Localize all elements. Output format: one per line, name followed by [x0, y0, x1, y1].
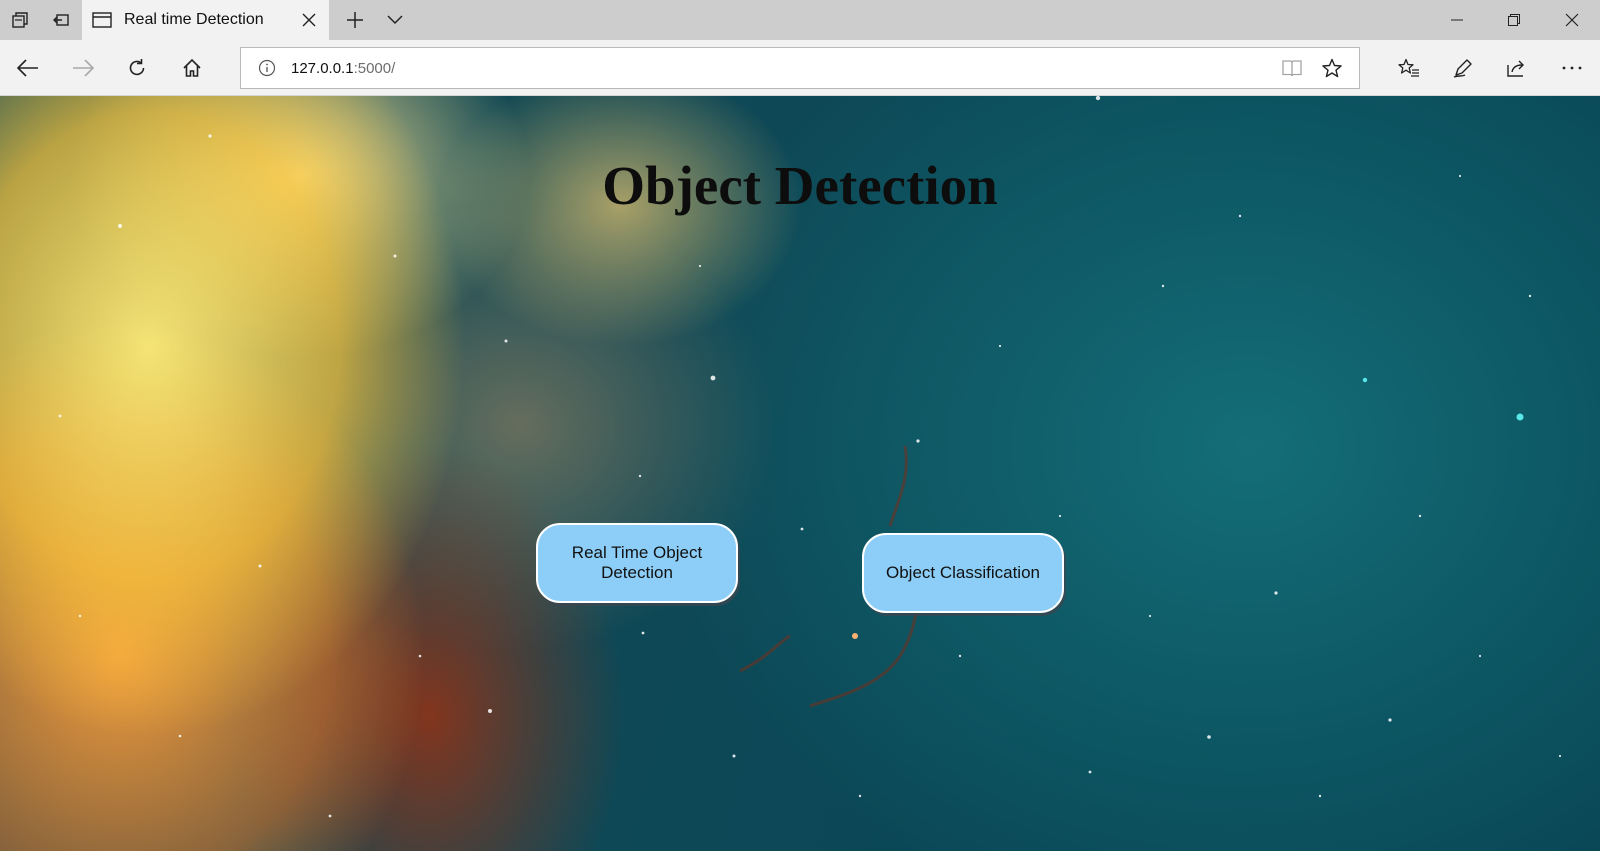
tab-actions-icon[interactable] [0, 0, 40, 40]
close-window-icon[interactable] [1543, 0, 1600, 40]
address-bar[interactable]: 127.0.0.1:5000/ [240, 47, 1360, 89]
plus-icon[interactable] [335, 0, 375, 40]
home-icon[interactable] [172, 48, 212, 88]
url-path: :5000/ [353, 59, 396, 77]
share-icon[interactable] [1497, 48, 1537, 88]
restore-icon[interactable] [1485, 0, 1542, 40]
page-viewport: Object Detection Real Time Object Detect… [0, 96, 1600, 851]
page-title: Object Detection [0, 154, 1600, 217]
info-icon[interactable] [257, 58, 277, 78]
more-icon[interactable] [1552, 48, 1592, 88]
browser-title-bar: Real time Detection [0, 0, 1600, 40]
chevron-down-icon[interactable] [375, 0, 415, 40]
back-arrow-icon[interactable] [8, 48, 48, 88]
tab-title: Real time Detection [124, 11, 264, 28]
url-host: 127.0.0.1 [291, 59, 354, 77]
pen-icon[interactable] [1443, 48, 1483, 88]
favorites-hub-icon[interactable] [1389, 48, 1429, 88]
page-title-text: Object Detection [602, 155, 998, 216]
refresh-icon[interactable] [117, 48, 157, 88]
page-icon [92, 12, 112, 28]
close-icon[interactable] [289, 0, 329, 40]
reading-view-icon[interactable] [1272, 48, 1312, 88]
active-tab[interactable]: Real time Detection [82, 0, 329, 40]
set-aside-tabs-icon[interactable] [41, 0, 81, 40]
star-icon[interactable] [1312, 48, 1352, 88]
forward-arrow-icon[interactable] [63, 48, 103, 88]
browser-toolbar: 127.0.0.1:5000/ [0, 40, 1600, 96]
url-text[interactable]: 127.0.0.1:5000/ [291, 60, 395, 77]
minimize-icon[interactable] [1428, 0, 1485, 40]
object-classification-button[interactable]: Object Classification [862, 533, 1064, 613]
realtime-object-detection-button[interactable]: Real Time Object Detection [536, 523, 738, 603]
